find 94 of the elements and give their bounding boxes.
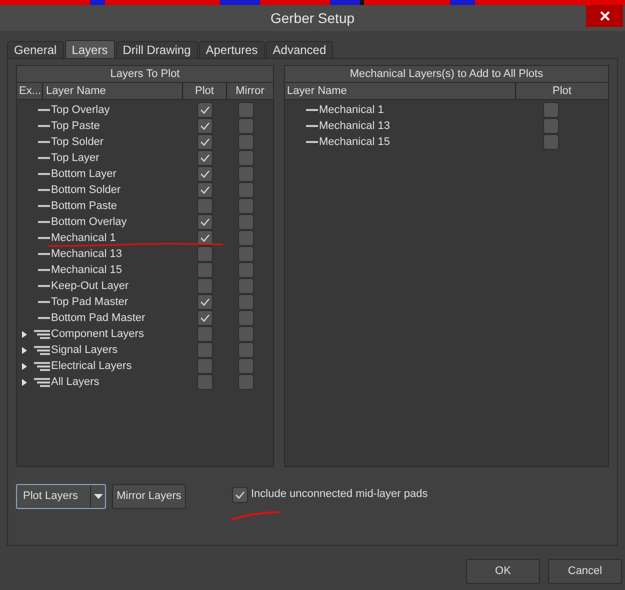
layer-stack-icon (34, 330, 50, 338)
plot-checkbox[interactable] (197, 294, 213, 310)
tab[interactable]: Layers (64, 40, 115, 58)
layer-name: Mechanical 1 (319, 102, 385, 118)
layer-name: Top Pad Master (51, 296, 130, 308)
layer-name: All Layers (51, 376, 100, 388)
mirror-checkbox[interactable] (238, 182, 254, 198)
column-header[interactable]: Layer Name (42, 82, 182, 100)
tab[interactable]: General (7, 41, 64, 58)
plot-checkbox[interactable] (197, 214, 213, 230)
plot-checkbox[interactable] (197, 166, 213, 182)
layer-name: Top Paste (51, 120, 101, 132)
plot-checkbox[interactable] (197, 134, 213, 150)
layer-stack-icon (34, 378, 50, 386)
layer-stack-icon (34, 346, 50, 354)
plot-checkbox[interactable] (197, 230, 213, 246)
column-header[interactable]: Plot (515, 82, 608, 100)
mirror-checkbox[interactable] (238, 166, 254, 182)
layer-name: Bottom Paste (51, 200, 118, 212)
plot-checkbox[interactable] (197, 278, 213, 294)
layer-name: Bottom Solder (51, 184, 122, 196)
layer-stack-icon (34, 362, 50, 370)
mirror-checkbox[interactable] (238, 214, 254, 230)
panel-title: Layers To Plot (110, 66, 180, 82)
mirror-checkbox[interactable] (238, 294, 254, 310)
check-icon (235, 490, 245, 498)
caret-icon (94, 494, 102, 498)
tab[interactable]: Apertures (198, 41, 265, 58)
mirror-checkbox[interactable] (238, 246, 254, 262)
plot-checkbox[interactable] (197, 182, 213, 198)
expand-arrow-icon[interactable] (22, 330, 28, 338)
mirror-checkbox[interactable] (238, 150, 254, 166)
plot-checkbox[interactable] (543, 134, 559, 150)
expand-arrow-icon[interactable] (22, 346, 28, 354)
plot-checkbox[interactable] (197, 246, 213, 262)
mirror-checkbox[interactable] (238, 262, 254, 278)
expand-arrow-icon[interactable] (22, 378, 28, 386)
layer-name: Bottom Layer (51, 168, 118, 180)
tab[interactable]: Advanced (266, 41, 334, 58)
plot-layers-label[interactable]: Plot Layers (17, 488, 90, 504)
plot-checkbox[interactable] (197, 326, 213, 342)
layer-name: Mechanical 13 (51, 248, 123, 260)
dialog-button[interactable]: Cancel (548, 559, 622, 584)
plot-checkbox[interactable] (197, 262, 213, 278)
layer-name: Electrical Layers (51, 360, 133, 372)
layer-name: Mechanical 15 (51, 264, 123, 276)
plot-checkbox[interactable] (197, 358, 213, 374)
plot-checkbox[interactable] (197, 310, 213, 326)
layer-name: Signal Layers (51, 344, 119, 356)
layer-name: Mechanical 15 (319, 134, 391, 150)
plot-layers-dropdown[interactable]: Plot Layers (16, 484, 106, 508)
layer-name: Component Layers (51, 328, 145, 340)
annotation-stroke (230, 510, 282, 522)
mirror-checkbox[interactable] (238, 102, 254, 118)
layer-name: Mechanical 1 (51, 232, 117, 244)
layer-name: Mechanical 13 (319, 118, 391, 134)
mirror-checkbox[interactable] (238, 358, 254, 374)
plot-checkbox[interactable] (543, 118, 559, 134)
layer-name: Keep-Out Layer (51, 280, 130, 292)
mirror-checkbox[interactable] (238, 374, 254, 390)
mirror-checkbox[interactable] (238, 230, 254, 246)
plot-checkbox[interactable] (543, 102, 559, 118)
mirror-checkbox[interactable] (238, 198, 254, 214)
layer-name: Bottom Pad Master (51, 312, 146, 324)
plot-checkbox[interactable] (197, 118, 213, 134)
close-icon (600, 11, 610, 21)
mirror-checkbox[interactable] (238, 342, 254, 358)
mirror-layers-button[interactable]: Mirror Layers (112, 484, 186, 508)
plot-checkbox[interactable] (197, 374, 213, 390)
mirror-checkbox[interactable] (238, 326, 254, 342)
layer-name: Top Overlay (51, 104, 111, 116)
dialog-button[interactable]: OK (466, 559, 540, 584)
layer-name: Bottom Overlay (51, 216, 128, 228)
expand-arrow-icon[interactable] (22, 362, 28, 370)
mirror-checkbox[interactable] (238, 278, 254, 294)
layer-name: Top Solder (51, 136, 105, 148)
plot-checkbox[interactable] (197, 102, 213, 118)
plot-checkbox[interactable] (197, 150, 213, 166)
include-pads-label: Include unconnected mid-layer pads (251, 487, 428, 502)
column-header[interactable]: Ex... (17, 82, 42, 100)
window-title: Gerber Setup (270, 8, 355, 28)
plot-checkbox[interactable] (197, 342, 213, 358)
mirror-checkbox[interactable] (238, 134, 254, 150)
close-button[interactable] (586, 5, 623, 27)
tab[interactable]: Drill Drawing (116, 41, 198, 58)
column-header[interactable]: Plot (182, 82, 226, 100)
layer-name: Top Layer (51, 152, 100, 164)
include-pads-checkbox[interactable] (232, 486, 248, 502)
column-header[interactable]: Mirror (226, 82, 273, 100)
column-header[interactable]: Layer Name (285, 82, 515, 100)
mirror-checkbox[interactable] (238, 118, 254, 134)
panel-title: Mechanical Layers(s) to Add to All Plots (350, 66, 544, 82)
plot-checkbox[interactable] (197, 198, 213, 214)
mirror-checkbox[interactable] (238, 310, 254, 326)
